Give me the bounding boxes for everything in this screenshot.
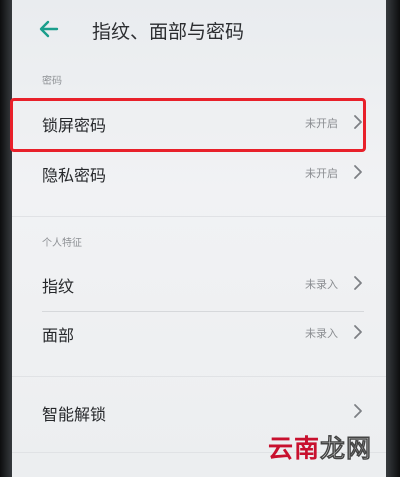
row-label: 隐私密码 — [42, 166, 107, 185]
chevron-right-icon — [354, 276, 362, 290]
section-divider — [12, 376, 386, 377]
chevron-right-icon — [354, 165, 362, 179]
page-title: 指纹、面部与密码 — [92, 21, 245, 43]
row-status: 未录入 — [305, 278, 338, 291]
back-button[interactable] — [38, 18, 60, 40]
watermark: 云南龙网 — [268, 429, 372, 465]
highlight-box — [10, 98, 366, 152]
arrow-left-icon — [39, 20, 59, 38]
row-face[interactable]: 面部 未录入 — [12, 305, 386, 361]
row-label: 指纹 — [42, 277, 75, 296]
row-status: 未录入 — [305, 327, 338, 340]
phone-bezel-right — [384, 0, 400, 477]
header: 指纹、面部与密码 — [12, 10, 386, 46]
settings-screen: 指纹、面部与密码 密码 锁屏密码 未开启 隐私密码 未开启 个人特征 指纹 未录… — [12, 0, 386, 477]
row-label: 智能解锁 — [42, 405, 107, 424]
chevron-right-icon — [354, 325, 362, 339]
section-label-personal: 个人特征 — [42, 238, 82, 249]
row-fingerprint[interactable]: 指纹 未录入 — [12, 256, 386, 312]
section-label-password: 密码 — [42, 76, 62, 87]
row-privacy-password[interactable]: 隐私密码 未开启 — [12, 145, 386, 201]
row-status: 未开启 — [305, 167, 338, 180]
row-label: 面部 — [42, 326, 75, 345]
section-divider — [12, 216, 386, 217]
chevron-right-icon — [354, 404, 362, 418]
watermark-part-2: 龙网 — [319, 434, 372, 464]
watermark-part-1: 云南 — [267, 434, 320, 463]
